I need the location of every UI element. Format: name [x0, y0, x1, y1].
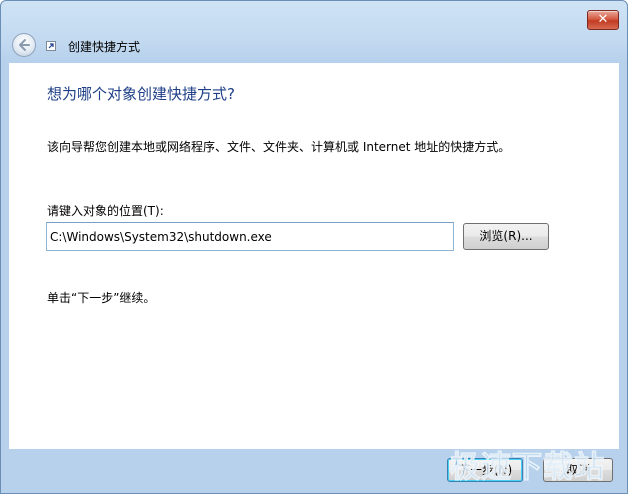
- title-bar: ✕ 创建快捷方式: [1, 1, 627, 63]
- next-button[interactable]: 下一步(N): [447, 458, 523, 482]
- create-shortcut-window: ✕ 创建快捷方式 想为哪个对象创建快捷方式? 该向导帮您创建本地或网络程序、文件…: [0, 0, 628, 494]
- wizard-content: 想为哪个对象创建快捷方式? 该向导帮您创建本地或网络程序、文件、文件夹、计算机或…: [9, 63, 619, 449]
- window-title: 创建快捷方式: [68, 40, 141, 54]
- next-step-hint: 单击“下一步”继续。: [47, 291, 156, 305]
- browse-button[interactable]: 浏览(R)...: [463, 223, 549, 250]
- location-input[interactable]: [46, 222, 454, 251]
- shortcut-icon: [46, 41, 56, 51]
- location-label: 请键入对象的位置(T):: [47, 204, 164, 218]
- wizard-description: 该向导帮您创建本地或网络程序、文件、文件夹、计算机或 Internet 地址的快…: [47, 140, 511, 154]
- close-button[interactable]: ✕: [587, 10, 619, 30]
- button-bar: 下一步(N) 取消: [1, 449, 627, 493]
- cancel-button[interactable]: 取消: [543, 458, 613, 482]
- back-arrow-icon: [19, 39, 30, 51]
- page-heading: 想为哪个对象创建快捷方式?: [47, 85, 235, 103]
- back-button[interactable]: [12, 33, 36, 57]
